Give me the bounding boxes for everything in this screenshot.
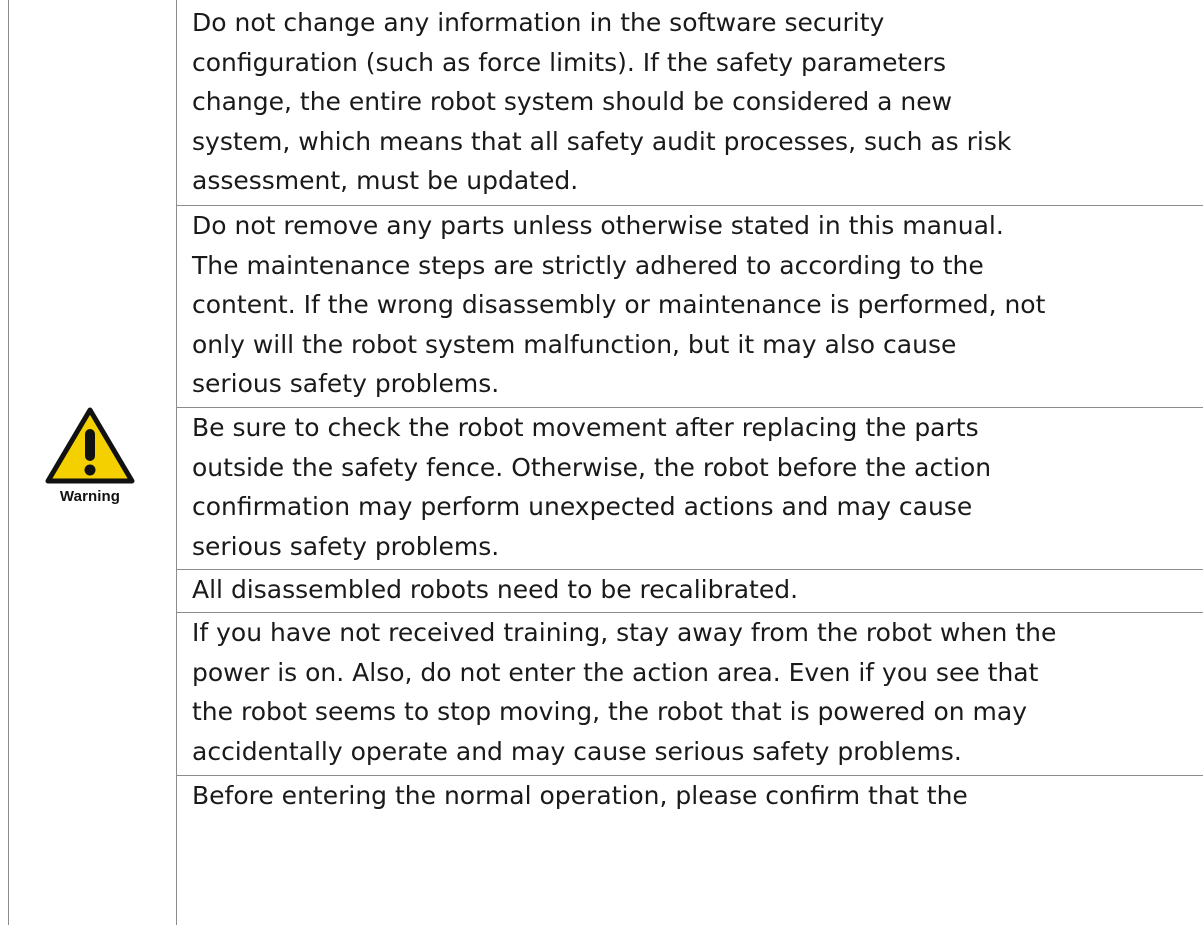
warning-row-text: Be sure to check the robot movement afte…: [192, 413, 992, 561]
warning-triangle-icon: [45, 407, 135, 484]
warning-row-text: All disassembled robots need to be recal…: [192, 575, 799, 604]
warning-row-text: Do not change any information in the sof…: [192, 8, 1012, 195]
warning-row-2: Do not remove any parts unless otherwise…: [177, 206, 1203, 408]
warning-label: Warning: [59, 488, 121, 505]
warning-row-3: Be sure to check the robot movement afte…: [177, 408, 1203, 570]
warning-table: Warning Do not change any information in…: [0, 0, 1203, 925]
warning-rows: Do not change any information in the sof…: [177, 0, 1203, 925]
warning-row-1: Do not change any information in the sof…: [177, 0, 1203, 206]
warning-row-text: Do not remove any parts unless otherwise…: [192, 211, 1046, 398]
warning-icon-block: Warning: [40, 405, 140, 505]
warning-row-6: Before entering the normal operation, pl…: [177, 776, 1203, 925]
warning-icon-cell: Warning: [0, 0, 177, 925]
warning-row-text: Before entering the normal operation, pl…: [192, 781, 968, 810]
warning-row-5: If you have not received training, stay …: [177, 613, 1203, 776]
warning-row-text: If you have not received training, stay …: [192, 618, 1057, 766]
table-left-border: [8, 0, 9, 925]
warning-row-4: All disassembled robots need to be recal…: [177, 570, 1203, 613]
